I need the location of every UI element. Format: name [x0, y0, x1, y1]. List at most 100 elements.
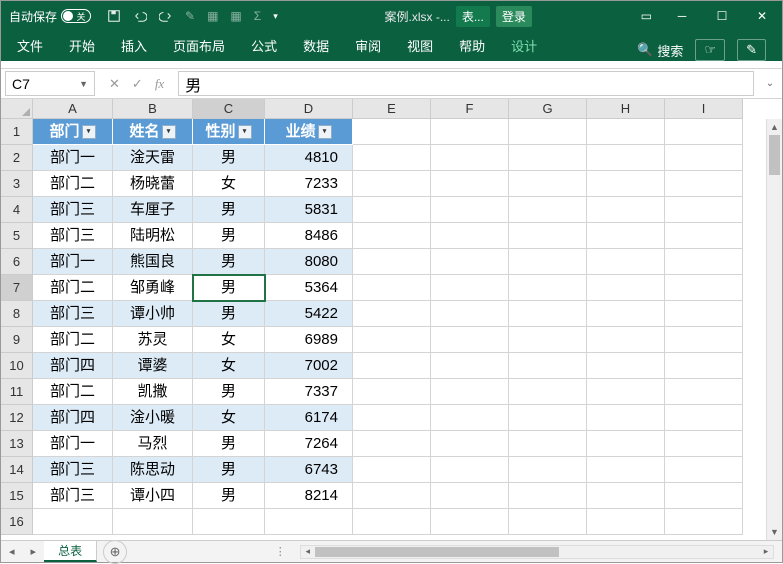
cell-A5[interactable]: 部门三 [33, 223, 113, 249]
cell-B5[interactable]: 陆明松 [113, 223, 193, 249]
cell-I3[interactable] [665, 171, 743, 197]
cell-H13[interactable] [587, 431, 665, 457]
scroll-left-icon[interactable]: ◂ [301, 546, 315, 557]
scroll-right-icon[interactable]: ▸ [759, 546, 773, 557]
scroll-down-icon[interactable]: ▼ [767, 524, 782, 540]
cell-D9[interactable]: 6989 [265, 327, 353, 353]
row-header-12[interactable]: 12 [1, 405, 33, 431]
row-header-4[interactable]: 4 [1, 197, 33, 223]
row-header-7[interactable]: 7 [1, 275, 33, 301]
row-header-8[interactable]: 8 [1, 301, 33, 327]
redo-icon[interactable] [159, 9, 173, 23]
cell-C9[interactable]: 女 [193, 327, 265, 353]
cell-E5[interactable] [353, 223, 431, 249]
cell-C13[interactable]: 男 [193, 431, 265, 457]
cell-I7[interactable] [665, 275, 743, 301]
cell-D7[interactable]: 5364 [265, 275, 353, 301]
cell-I9[interactable] [665, 327, 743, 353]
ribbon-tab-1[interactable]: 开始 [57, 30, 107, 61]
cell-A15[interactable]: 部门三 [33, 483, 113, 509]
cell-I10[interactable] [665, 353, 743, 379]
row-header-13[interactable]: 13 [1, 431, 33, 457]
cell-C1[interactable]: 性别▾ [193, 119, 265, 145]
col-header-F[interactable]: F [431, 99, 509, 119]
row-header-3[interactable]: 3 [1, 171, 33, 197]
cell-I4[interactable] [665, 197, 743, 223]
brush-icon[interactable]: ✎ [185, 9, 195, 23]
cell-H4[interactable] [587, 197, 665, 223]
hscroll-thumb[interactable] [315, 547, 559, 557]
autosave-toggle[interactable]: 自动保存 关 [1, 8, 99, 25]
cell-E9[interactable] [353, 327, 431, 353]
filter-dropdown-icon[interactable]: ▾ [318, 125, 332, 139]
cell-E13[interactable] [353, 431, 431, 457]
col-header-H[interactable]: H [587, 99, 665, 119]
cell-A9[interactable]: 部门二 [33, 327, 113, 353]
cell-F14[interactable] [431, 457, 509, 483]
namebox-dropdown-icon[interactable]: ▼ [79, 79, 88, 89]
cell-A1[interactable]: 部门▾ [33, 119, 113, 145]
qat-icon-1[interactable]: ▦ [207, 9, 218, 23]
cell-C3[interactable]: 女 [193, 171, 265, 197]
cell-D15[interactable]: 8214 [265, 483, 353, 509]
cell-B16[interactable] [113, 509, 193, 535]
cell-F2[interactable] [431, 145, 509, 171]
cell-H6[interactable] [587, 249, 665, 275]
cell-G5[interactable] [509, 223, 587, 249]
cell-F6[interactable] [431, 249, 509, 275]
cell-H11[interactable] [587, 379, 665, 405]
cell-C11[interactable]: 男 [193, 379, 265, 405]
cell-C4[interactable]: 男 [193, 197, 265, 223]
cell-D16[interactable] [265, 509, 353, 535]
cell-G8[interactable] [509, 301, 587, 327]
cell-G1[interactable] [509, 119, 587, 145]
cell-I11[interactable] [665, 379, 743, 405]
cell-B14[interactable]: 陈思动 [113, 457, 193, 483]
cell-E11[interactable] [353, 379, 431, 405]
search-box[interactable]: 🔍 搜索 [637, 41, 683, 60]
cell-F12[interactable] [431, 405, 509, 431]
cell-B6[interactable]: 熊国良 [113, 249, 193, 275]
cell-H3[interactable] [587, 171, 665, 197]
cell-B2[interactable]: 淦天雷 [113, 145, 193, 171]
ribbon-tab-6[interactable]: 审阅 [343, 30, 393, 61]
cell-B8[interactable]: 谭小帅 [113, 301, 193, 327]
vertical-scrollbar[interactable]: ▲ ▼ [766, 119, 782, 540]
cell-E3[interactable] [353, 171, 431, 197]
cell-A4[interactable]: 部门三 [33, 197, 113, 223]
cell-E14[interactable] [353, 457, 431, 483]
cell-F3[interactable] [431, 171, 509, 197]
cell-F7[interactable] [431, 275, 509, 301]
cell-C16[interactable] [193, 509, 265, 535]
cell-G3[interactable] [509, 171, 587, 197]
col-header-E[interactable]: E [353, 99, 431, 119]
cell-H5[interactable] [587, 223, 665, 249]
cell-B12[interactable]: 淦小暖 [113, 405, 193, 431]
cell-A6[interactable]: 部门一 [33, 249, 113, 275]
cell-I16[interactable] [665, 509, 743, 535]
fx-icon[interactable]: fx [155, 76, 164, 92]
cell-E4[interactable] [353, 197, 431, 223]
qat-icon-2[interactable]: ▦ [230, 9, 241, 23]
cell-H14[interactable] [587, 457, 665, 483]
ribbon-display-icon[interactable]: ▭ [631, 9, 662, 23]
cell-A14[interactable]: 部门三 [33, 457, 113, 483]
cell-B15[interactable]: 谭小四 [113, 483, 193, 509]
cell-C12[interactable]: 女 [193, 405, 265, 431]
cell-H7[interactable] [587, 275, 665, 301]
row-header-11[interactable]: 11 [1, 379, 33, 405]
cell-G13[interactable] [509, 431, 587, 457]
cell-B7[interactable]: 邹勇峰 [113, 275, 193, 301]
close-button[interactable]: ✕ [742, 1, 782, 31]
cell-I12[interactable] [665, 405, 743, 431]
cell-G12[interactable] [509, 405, 587, 431]
cell-F11[interactable] [431, 379, 509, 405]
cell-H15[interactable] [587, 483, 665, 509]
row-header-2[interactable]: 2 [1, 145, 33, 171]
col-header-G[interactable]: G [509, 99, 587, 119]
cell-E6[interactable] [353, 249, 431, 275]
filter-dropdown-icon[interactable]: ▾ [238, 125, 252, 139]
cell-G11[interactable] [509, 379, 587, 405]
row-header-16[interactable]: 16 [1, 509, 33, 535]
col-header-D[interactable]: D [265, 99, 353, 119]
